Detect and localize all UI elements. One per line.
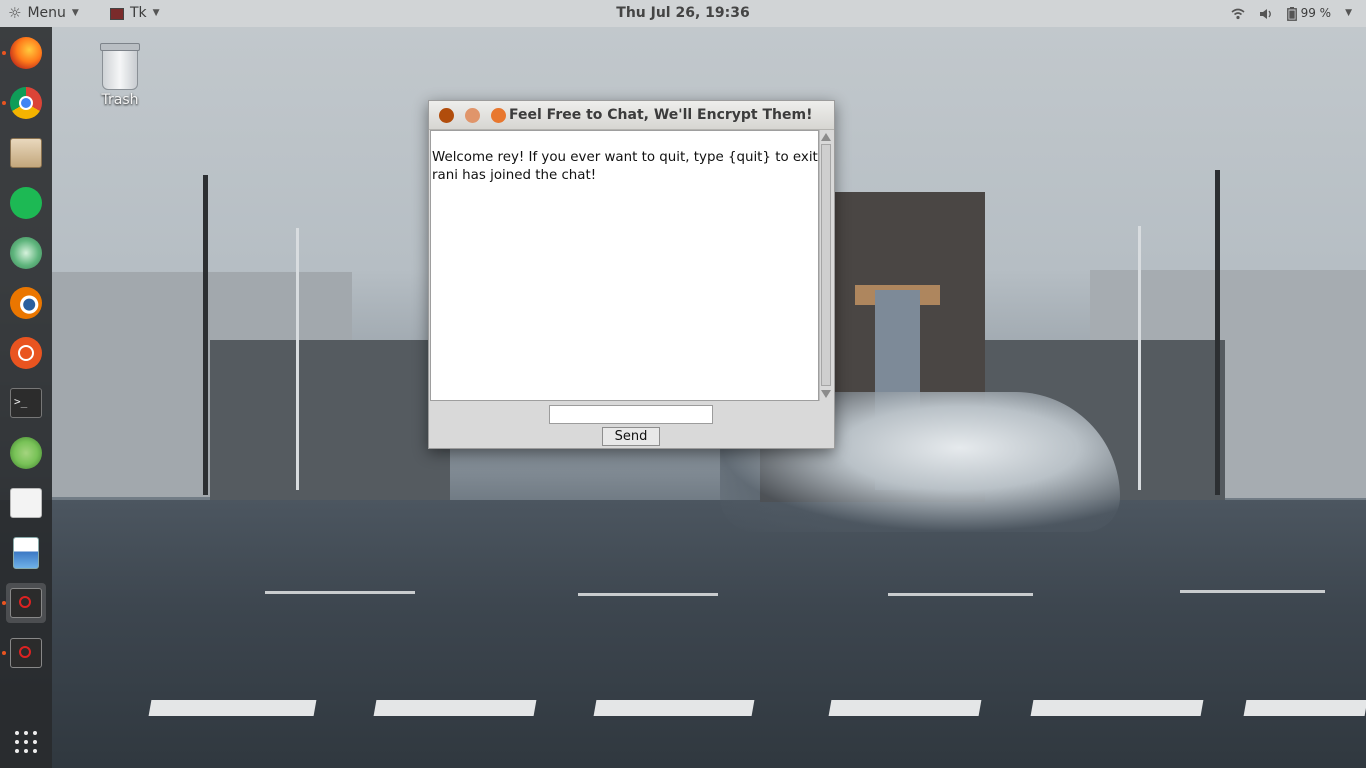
menu-label: Menu bbox=[27, 5, 66, 21]
system-tray[interactable]: 99 % ▼ bbox=[1231, 0, 1352, 27]
wallpaper-crosswalk bbox=[148, 700, 317, 716]
window-titlebar[interactable]: Feel Free to Chat, We'll Encrypt Them! bbox=[429, 101, 834, 130]
battery-percentage: 99 % bbox=[1300, 6, 1332, 20]
wallpaper-lamppost bbox=[1215, 170, 1220, 495]
scroll-up-arrow-icon[interactable] bbox=[821, 131, 831, 142]
wallpaper-lane-mark bbox=[265, 591, 415, 594]
show-applications-icon bbox=[14, 730, 38, 754]
wifi-icon bbox=[1231, 8, 1245, 19]
chrome-icon bbox=[10, 87, 42, 119]
launcher-tk-app-2[interactable] bbox=[6, 633, 46, 673]
launcher-terminal[interactable]: >_ bbox=[6, 383, 46, 423]
app-menu-tk[interactable]: Tk ▼ bbox=[110, 0, 160, 27]
chevron-down-icon: ▼ bbox=[152, 8, 160, 18]
wallpaper-pole bbox=[1138, 226, 1141, 490]
wallpaper-lane-mark bbox=[888, 593, 1033, 596]
launcher-firefox[interactable] bbox=[6, 33, 46, 73]
app-menu-label: Tk bbox=[130, 5, 147, 21]
launcher-document-viewer[interactable] bbox=[6, 483, 46, 523]
launcher-image-viewer[interactable] bbox=[6, 533, 46, 573]
tk-app-icon bbox=[10, 638, 42, 668]
trash-icon bbox=[100, 43, 140, 90]
battery-indicator: 99 % bbox=[1286, 0, 1332, 27]
atom-icon bbox=[10, 237, 42, 269]
scrollbar-thumb[interactable] bbox=[821, 144, 831, 386]
wallpaper-lane-mark bbox=[1180, 590, 1325, 593]
ubuntu-software-icon bbox=[10, 337, 42, 369]
message-list-scrollbar[interactable] bbox=[819, 130, 832, 401]
wallpaper-crosswalk bbox=[1030, 700, 1204, 716]
wallpaper-crosswalk bbox=[1243, 700, 1366, 716]
launcher-atom[interactable] bbox=[6, 233, 46, 273]
document-viewer-icon bbox=[10, 488, 42, 518]
show-applications-button[interactable] bbox=[6, 722, 46, 762]
window-minimize-button[interactable] bbox=[465, 108, 480, 123]
launcher-tk-app-1[interactable] bbox=[6, 583, 46, 623]
window-close-button[interactable] bbox=[439, 108, 454, 123]
wallpaper-colonnade-left bbox=[210, 340, 450, 500]
tk-app-icon bbox=[110, 7, 124, 20]
chat-window: Feel Free to Chat, We'll Encrypt Them! W… bbox=[428, 100, 835, 449]
wallpaper-road bbox=[0, 500, 1366, 768]
wallpaper-lane-mark bbox=[578, 593, 718, 596]
launcher-ubuntu-software[interactable] bbox=[6, 333, 46, 373]
launcher-dock: >_ bbox=[0, 27, 52, 768]
wallpaper-lamppost bbox=[203, 175, 208, 495]
trash-label: Trash bbox=[101, 92, 139, 108]
launcher-android-studio[interactable] bbox=[6, 433, 46, 473]
message-list[interactable]: Welcome rey! If you ever want to quit, t… bbox=[430, 130, 823, 401]
launcher-blender[interactable] bbox=[6, 283, 46, 323]
android-studio-icon bbox=[10, 437, 42, 469]
message-item: rani has joined the chat! bbox=[432, 168, 597, 183]
ubuntu-logo-icon: ☼ bbox=[8, 4, 22, 22]
clock[interactable]: Thu Jul 26, 19:36 bbox=[616, 0, 749, 27]
clock-container: Thu Jul 26, 19:36 bbox=[0, 0, 1366, 27]
launcher-chrome[interactable] bbox=[6, 83, 46, 123]
window-title: Feel Free to Chat, We'll Encrypt Them! bbox=[509, 107, 813, 123]
battery-icon bbox=[1286, 6, 1297, 21]
volume-icon bbox=[1259, 8, 1271, 19]
menu-button[interactable]: ☼ Menu ▼ bbox=[8, 0, 79, 27]
desktop-trash[interactable]: Trash bbox=[92, 43, 148, 108]
tk-app-icon bbox=[10, 588, 42, 618]
chevron-down-icon: ▼ bbox=[1345, 8, 1352, 18]
message-item: Welcome rey! If you ever want to quit, t… bbox=[432, 150, 823, 165]
send-button[interactable]: Send bbox=[602, 427, 660, 446]
chevron-down-icon: ▼ bbox=[71, 8, 79, 18]
wallpaper-crosswalk bbox=[593, 700, 755, 716]
image-viewer-icon bbox=[13, 537, 39, 569]
top-panel: ☼ Menu ▼ Tk ▼ Thu Jul 26, 19:36 99 % ▼ bbox=[0, 0, 1366, 27]
scroll-down-arrow-icon[interactable] bbox=[821, 389, 831, 400]
blender-icon bbox=[10, 287, 42, 319]
message-input[interactable] bbox=[549, 405, 713, 424]
wallpaper-crosswalk bbox=[828, 700, 982, 716]
launcher-files[interactable] bbox=[6, 133, 46, 173]
window-maximize-button[interactable] bbox=[491, 108, 506, 123]
terminal-icon: >_ bbox=[10, 388, 42, 418]
spotify-icon bbox=[10, 187, 42, 219]
files-icon bbox=[10, 138, 42, 168]
wallpaper-crosswalk bbox=[373, 700, 537, 716]
wallpaper-pole bbox=[296, 228, 299, 490]
firefox-icon bbox=[10, 37, 42, 69]
launcher-spotify[interactable] bbox=[6, 183, 46, 223]
